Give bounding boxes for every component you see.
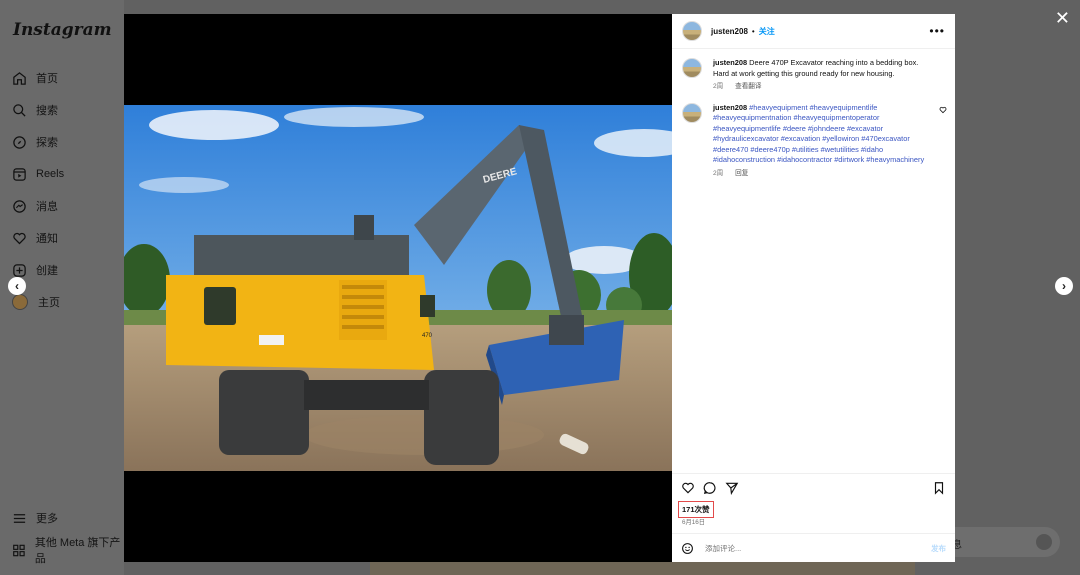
cab-model-text: 470	[422, 333, 433, 339]
caption-username[interactable]: justen208	[713, 58, 747, 67]
comment-meta: 2周 回复	[713, 169, 935, 180]
post-caption: justen208 Deere 470P Excavator reaching …	[672, 49, 955, 93]
sidebar-item-label: 通知	[36, 233, 58, 245]
caption-time: 2周	[713, 83, 724, 90]
header-separator: •	[751, 26, 755, 36]
meta-apps-icon	[13, 544, 25, 556]
comment-username[interactable]: justen208	[713, 103, 747, 112]
add-comment-bar: 发布	[672, 533, 955, 562]
sidebar-item-messages[interactable]: 消息	[12, 190, 64, 222]
sidebar-item-label: 搜索	[36, 105, 58, 117]
likes-count[interactable]: 171次赞	[678, 501, 714, 518]
comment-icon[interactable]	[703, 481, 717, 495]
sidebar-item-reels[interactable]: Reels	[12, 158, 64, 190]
post-detail-panel: justen208 • 关注 ••• justen208 Deere 470P …	[672, 14, 955, 562]
emoji-icon[interactable]	[681, 542, 694, 555]
reels-icon	[13, 167, 26, 181]
post-media: DEERE 470	[124, 14, 672, 562]
sidebar-item-label: 探索	[36, 137, 58, 149]
more-options-icon[interactable]: •••	[929, 25, 945, 37]
author-avatar[interactable]	[682, 21, 702, 41]
comment-like-heart-icon[interactable]	[939, 106, 947, 114]
comment-time: 2周	[713, 169, 724, 177]
messenger-icon	[13, 199, 26, 213]
follow-button[interactable]: 关注	[759, 26, 775, 37]
sidebar-item-label: 创建	[36, 265, 58, 277]
sidebar-item-label: 首页	[36, 73, 58, 85]
sidebar-item-home[interactable]: 首页	[12, 62, 64, 94]
bookmark-icon[interactable]	[932, 481, 946, 495]
close-icon[interactable]: ✕	[1055, 8, 1070, 29]
feed-post-peek	[370, 562, 915, 575]
reply-link[interactable]: 回复	[735, 170, 748, 177]
plus-square-icon	[13, 263, 26, 277]
menu-icon	[13, 513, 26, 523]
post-actions	[672, 473, 955, 501]
post-photo[interactable]: DEERE 470	[124, 105, 672, 471]
next-post-button[interactable]: ›	[1055, 277, 1073, 295]
post-date: 6月16日	[682, 519, 706, 526]
sidebar-item-label: 其他 Meta 旗下产品	[34, 537, 121, 565]
sidebar-item-meta-products[interactable]: 其他 Meta 旗下产品	[12, 534, 124, 566]
sidebar-item-notifications[interactable]: 通知	[12, 222, 64, 254]
sidebar-item-search[interactable]: 搜索	[12, 94, 64, 126]
search-icon	[13, 103, 26, 117]
sidebar-bottom: 更多 其他 Meta 旗下产品	[12, 502, 124, 566]
sidebar-item-label: Reels	[36, 168, 65, 180]
comment-avatar[interactable]	[682, 102, 702, 123]
messages-avatar	[1036, 534, 1052, 550]
sidebar-item-more[interactable]: 更多	[12, 502, 124, 534]
caption-body: justen208 Deere 470P Excavator reaching …	[713, 58, 935, 93]
heart-icon	[13, 232, 26, 244]
comment-item: justen208 #heavyequipment #heavyequipmen…	[672, 93, 955, 180]
caption-meta: 2周 查看翻译	[713, 82, 935, 93]
compass-icon	[13, 135, 26, 149]
instagram-logo[interactable]: Instagram	[13, 20, 112, 40]
sidebar-item-label: 主页	[38, 297, 60, 309]
comment-body: justen208 #heavyequipment #heavyequipmen…	[713, 103, 935, 180]
author-username[interactable]: justen208	[711, 27, 748, 36]
see-translation-link[interactable]: 查看翻译	[735, 83, 761, 90]
sidebar-item-explore[interactable]: 探索	[12, 126, 64, 158]
home-icon	[13, 71, 26, 85]
sidebar-item-label: 消息	[36, 201, 58, 213]
post-header: justen208 • 关注 •••	[672, 14, 955, 49]
like-heart-icon[interactable]	[681, 481, 695, 495]
sidebar-item-label: 更多	[36, 513, 58, 525]
share-icon[interactable]	[725, 481, 739, 495]
caption-avatar[interactable]	[682, 58, 702, 78]
add-comment-input[interactable]	[703, 542, 931, 554]
profile-avatar-icon	[12, 294, 28, 310]
post-comment-button[interactable]: 发布	[931, 543, 946, 554]
prev-post-button[interactable]: ‹	[8, 277, 26, 295]
